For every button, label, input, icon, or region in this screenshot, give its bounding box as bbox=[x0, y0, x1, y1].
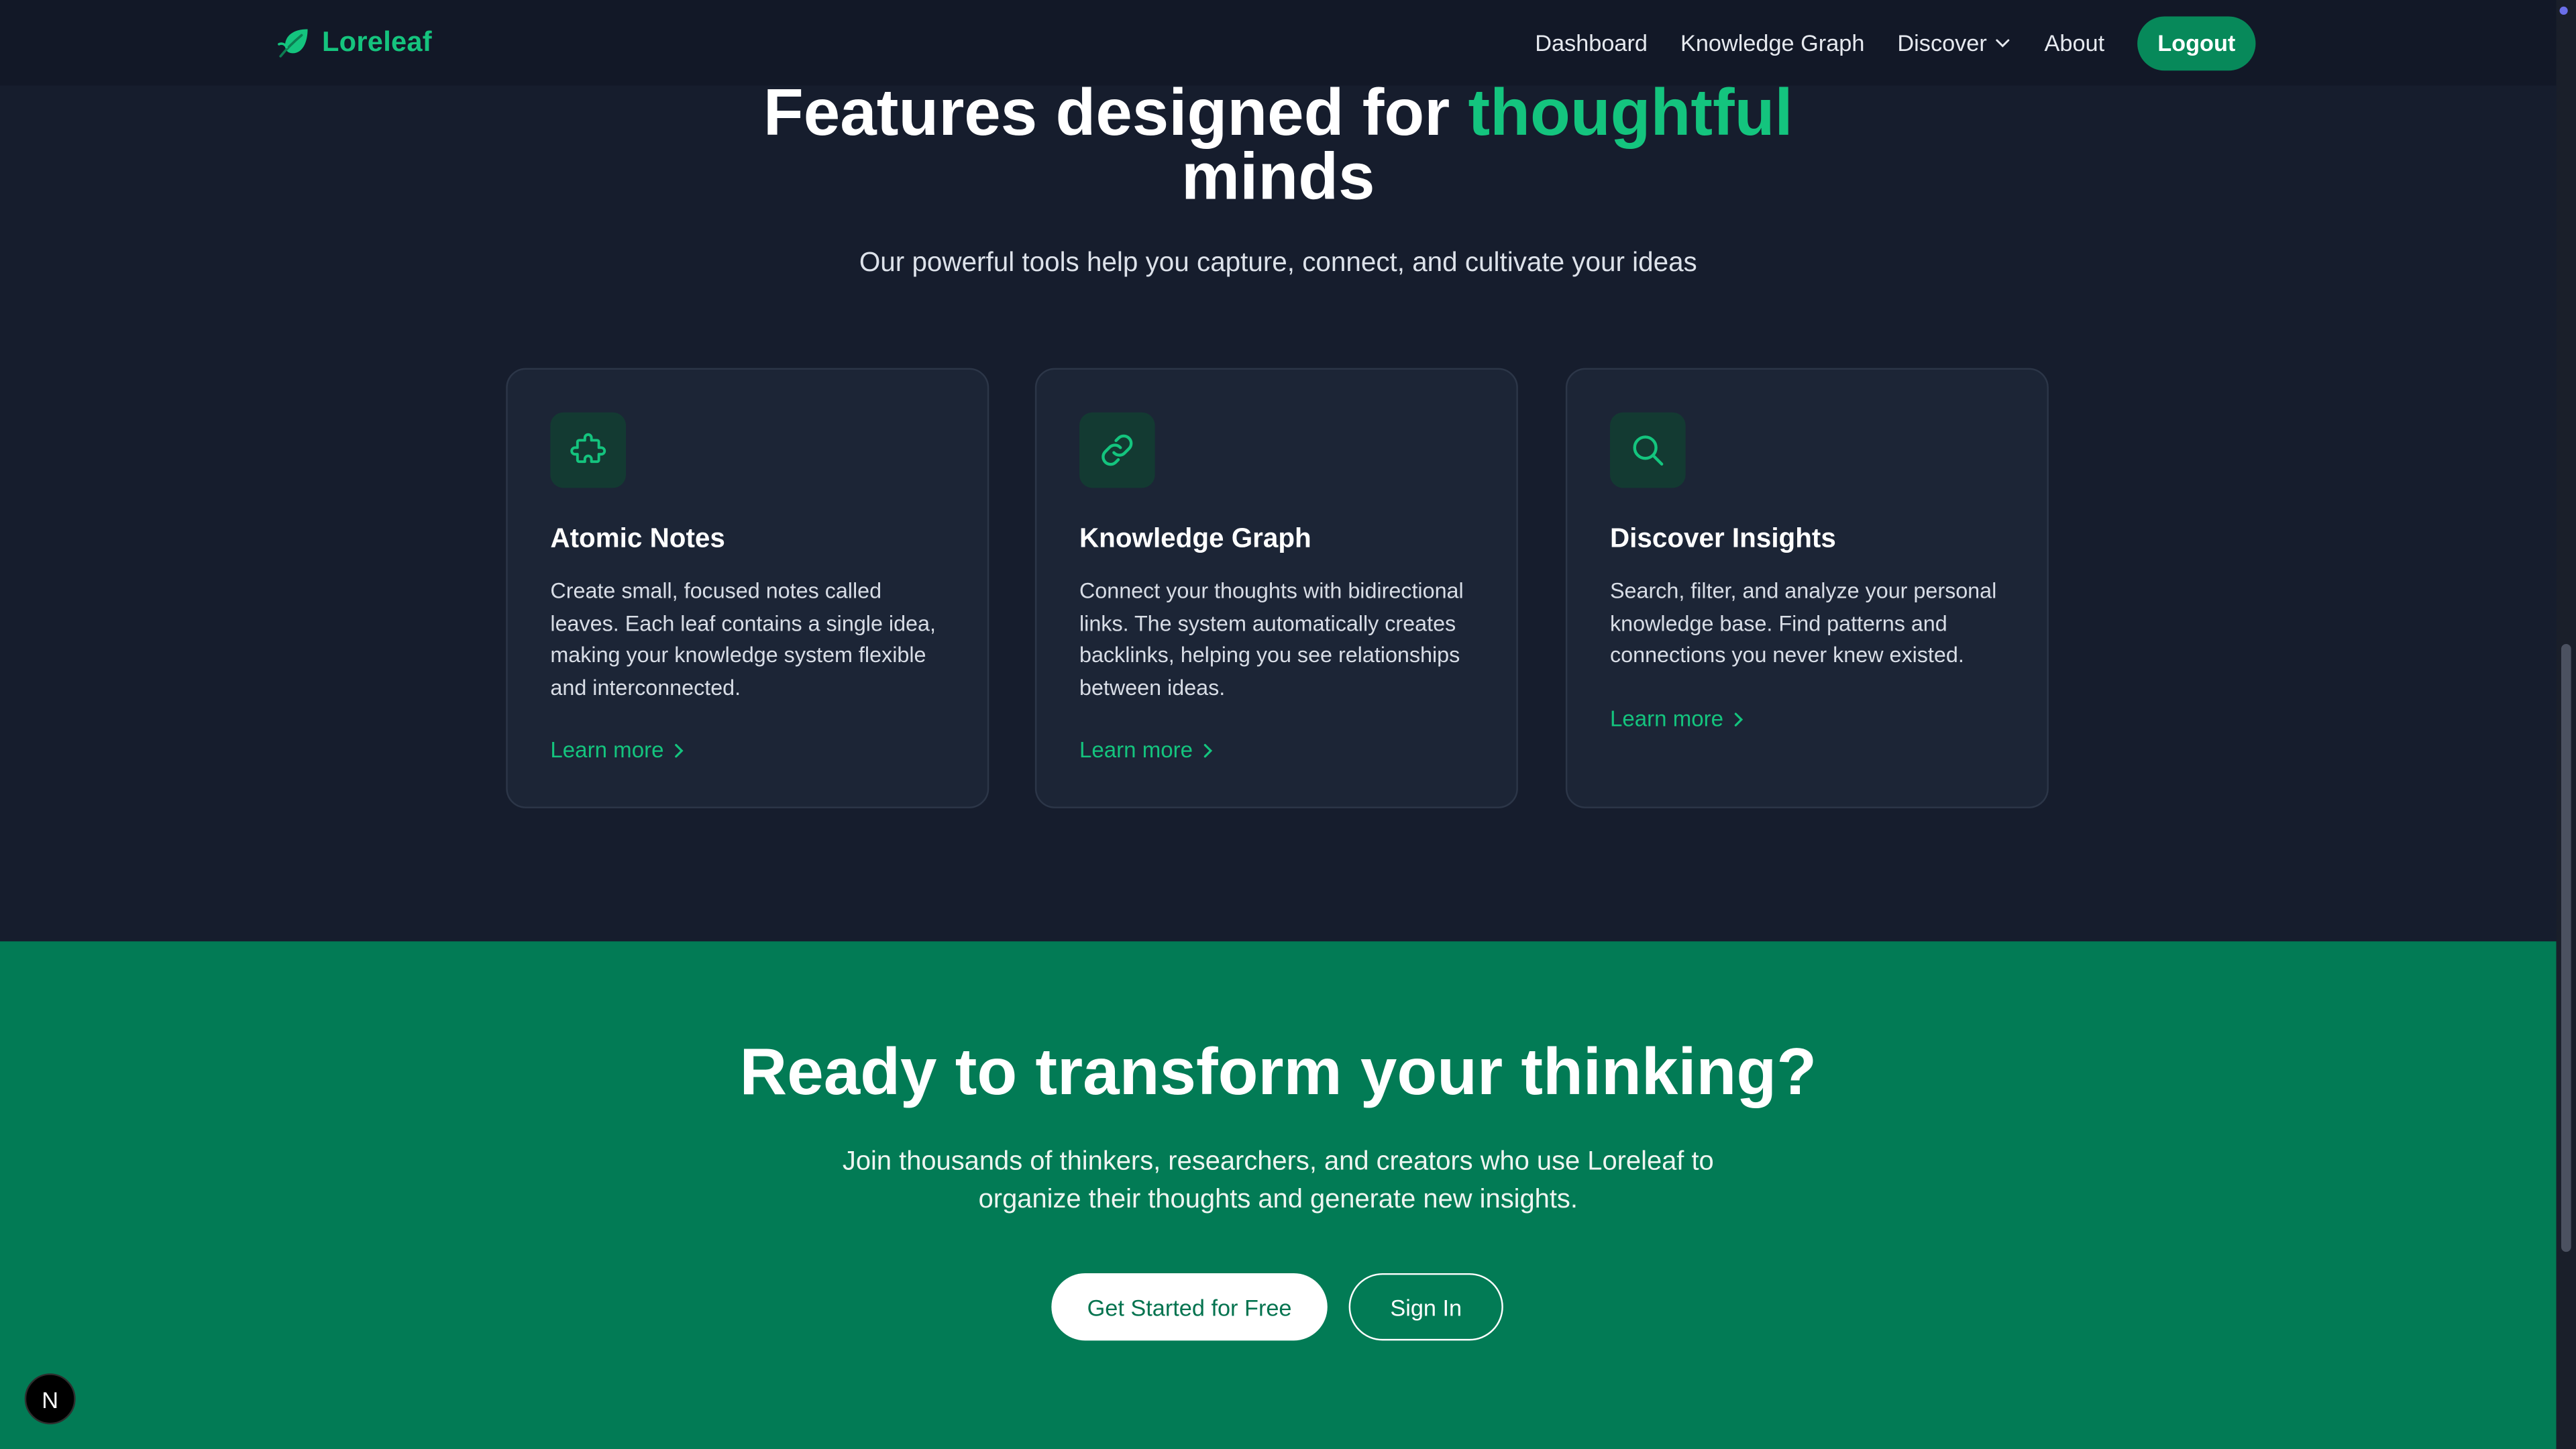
cta-heading: Ready to transform your thinking? bbox=[739, 1036, 1817, 1110]
chevron-down-icon bbox=[1996, 39, 2010, 48]
learn-more-label: Learn more bbox=[550, 737, 664, 763]
sign-in-button[interactable]: Sign In bbox=[1348, 1273, 1503, 1341]
brand[interactable]: Loreleaf bbox=[276, 21, 432, 64]
feature-card-knowledge-graph: Knowledge Graph Connect your thoughts wi… bbox=[1034, 368, 1518, 808]
nav-about[interactable]: About bbox=[2045, 30, 2105, 56]
nav-discover-label: Discover bbox=[1897, 30, 1987, 56]
learn-more-label: Learn more bbox=[1610, 706, 1724, 731]
navbar: Loreleaf Dashboard Knowledge Graph Disco… bbox=[0, 0, 2557, 86]
feature-card-discover-insights: Discover Insights Search, filter, and an… bbox=[1565, 368, 2049, 808]
card-icon-container bbox=[1079, 412, 1155, 488]
learn-more-link[interactable]: Learn more bbox=[1610, 706, 1745, 731]
card-description: Search, filter, and analyze your persona… bbox=[1610, 578, 1997, 667]
search-icon bbox=[1633, 435, 1664, 466]
features-heading-part2: minds bbox=[1181, 141, 1375, 214]
scrollbar-thumb[interactable] bbox=[2561, 644, 2571, 1252]
chevron-right-icon bbox=[1734, 712, 1743, 726]
get-started-button[interactable]: Get Started for Free bbox=[1051, 1273, 1328, 1341]
puzzle-icon bbox=[570, 433, 606, 464]
card-icon-container bbox=[550, 412, 627, 488]
nav-knowledge-graph[interactable]: Knowledge Graph bbox=[1680, 30, 1864, 56]
learn-more-link[interactable]: Learn more bbox=[1079, 737, 1214, 763]
nav-discover-dropdown[interactable]: Discover bbox=[1897, 30, 2011, 56]
logout-button[interactable]: Logout bbox=[2137, 15, 2256, 70]
card-title: Atomic Notes bbox=[550, 524, 725, 554]
cta-section: Ready to transform your thinking? Join t… bbox=[0, 941, 2557, 1449]
leaf-logo-icon bbox=[278, 29, 308, 58]
link-icon bbox=[1102, 434, 1133, 466]
page: Loreleaf Dashboard Knowledge Graph Disco… bbox=[0, 0, 2576, 1449]
features-subtitle: Our powerful tools help you capture, con… bbox=[859, 248, 1697, 278]
card-icon-container bbox=[1610, 412, 1686, 488]
card-description: Create small, focused notes called leave… bbox=[550, 578, 936, 700]
card-title: Discover Insights bbox=[1610, 524, 1836, 554]
learn-more-link[interactable]: Learn more bbox=[550, 737, 685, 763]
cta-description: Join thousands of thinkers, researchers,… bbox=[842, 1146, 1714, 1214]
features-heading: Features designed for thoughtful minds bbox=[0, 80, 2557, 214]
features-heading-part1: Features designed for bbox=[763, 77, 1450, 150]
status-dot bbox=[2559, 6, 2568, 15]
chevron-right-icon bbox=[675, 743, 684, 757]
card-title: Knowledge Graph bbox=[1079, 524, 1311, 554]
nav-links: Dashboard Knowledge Graph Discover About… bbox=[1535, 15, 2256, 70]
feature-card-atomic-notes: Atomic Notes Create small, focused notes… bbox=[506, 368, 989, 808]
nav-dashboard[interactable]: Dashboard bbox=[1535, 30, 1648, 56]
chevron-right-icon bbox=[1203, 743, 1213, 757]
dev-tools-badge[interactable]: N bbox=[24, 1373, 76, 1425]
brand-name: Loreleaf bbox=[322, 26, 432, 58]
learn-more-label: Learn more bbox=[1079, 737, 1193, 763]
scrollbar[interactable] bbox=[2556, 0, 2576, 1449]
card-description: Connect your thoughts with bidirectional… bbox=[1079, 578, 1464, 700]
features-section: Features designed for thoughtful minds O… bbox=[0, 80, 2557, 942]
features-heading-accent: thoughtful bbox=[1468, 77, 1793, 150]
